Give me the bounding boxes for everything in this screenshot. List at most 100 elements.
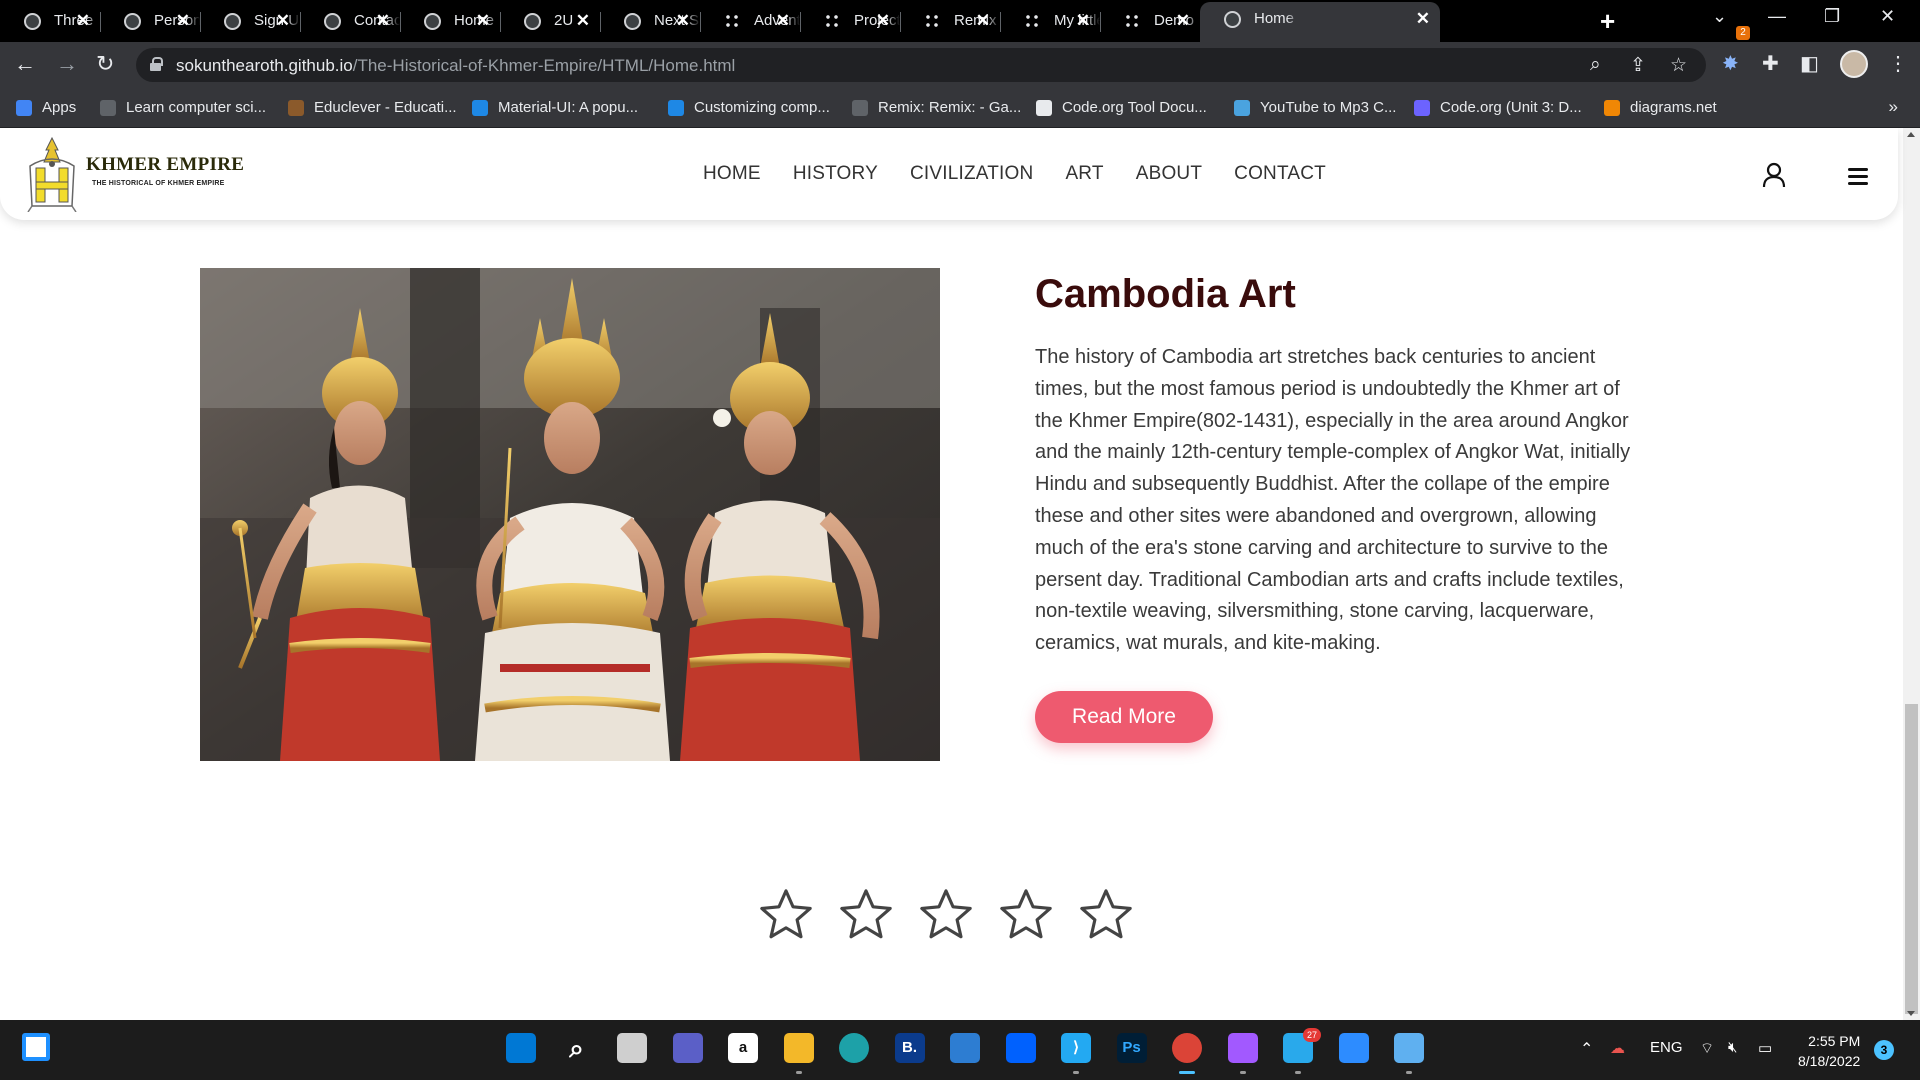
browser-tab[interactable]: 2U ✕ xyxy=(500,4,601,38)
vscode-icon[interactable]: ⟩ xyxy=(1061,1033,1091,1063)
url-text[interactable]: sokunthearoth.github.io/The-Historical-o… xyxy=(176,56,735,76)
browser-tab[interactable]: Personal✕ xyxy=(100,4,201,38)
forward-arrow-icon[interactable]: → xyxy=(56,51,78,77)
new-tab-button[interactable]: + xyxy=(1600,6,1615,37)
bookmark-item[interactable]: Material-UI: A popu... xyxy=(472,99,638,116)
bookmark-item[interactable]: YouTube to Mp3 C... xyxy=(1234,99,1396,116)
browser-tab[interactable]: Demo ✕ xyxy=(1100,4,1201,38)
close-tab-icon[interactable]: ✕ xyxy=(1076,11,1090,31)
close-tab-icon[interactable]: ✕ xyxy=(776,11,790,31)
browser-tab[interactable]: Adventure✕ xyxy=(700,4,801,38)
read-more-button[interactable]: Read More xyxy=(1035,691,1213,743)
star-icon[interactable] xyxy=(917,886,975,944)
bookmark-item[interactable]: Educlever - Educati... xyxy=(288,99,457,116)
onedrive-icon[interactable]: ☁ xyxy=(1610,1039,1625,1057)
volume-muted-icon[interactable]: 🔇︎ xyxy=(1728,1039,1737,1056)
nav-art[interactable]: ART xyxy=(1065,163,1103,185)
zoom-icon[interactable] xyxy=(1338,1033,1369,1063)
page-scrollbar[interactable] xyxy=(1903,128,1920,1020)
star-icon[interactable] xyxy=(757,886,815,944)
close-tab-icon[interactable]: ✕ xyxy=(1416,9,1430,29)
close-tab-icon[interactable]: ✕ xyxy=(476,11,490,31)
bookmark-item[interactable]: Learn computer sci... xyxy=(100,99,266,116)
chat-icon[interactable] xyxy=(672,1033,703,1063)
khmer-empire-logo-icon[interactable] xyxy=(22,136,82,212)
nav-home[interactable]: HOME xyxy=(703,163,761,185)
nav-about[interactable]: ABOUT xyxy=(1136,163,1202,185)
star-icon[interactable] xyxy=(1077,886,1135,944)
share-icon[interactable]: ⇪ xyxy=(1630,54,1646,77)
nav-civilization[interactable]: CIVILIZATION xyxy=(910,163,1033,185)
figma-icon[interactable] xyxy=(1227,1033,1258,1063)
nav-history[interactable]: HISTORY xyxy=(793,163,878,185)
scroll-up-arrow-icon[interactable] xyxy=(1907,132,1915,137)
nav-contact[interactable]: CONTACT xyxy=(1234,163,1326,185)
dropbox-icon[interactable] xyxy=(1005,1033,1036,1063)
extensions-puzzle-icon[interactable]: ✚ xyxy=(1762,51,1779,76)
wifi-icon[interactable]: ⌔ xyxy=(1700,1039,1714,1058)
windows-start-icon[interactable] xyxy=(506,1033,536,1063)
bookmark-item[interactable]: diagrams.net xyxy=(1604,99,1717,116)
close-tab-icon[interactable]: ✕ xyxy=(576,11,590,31)
store-icon[interactable] xyxy=(950,1033,980,1063)
close-tab-icon[interactable]: ✕ xyxy=(676,11,690,31)
edge-icon[interactable] xyxy=(839,1033,869,1063)
bookmark-item[interactable]: Code.org Tool Docu... xyxy=(1036,99,1207,116)
close-tab-icon[interactable]: ✕ xyxy=(276,11,290,31)
profile-avatar[interactable] xyxy=(1840,50,1868,78)
logo-title[interactable]: KHMER EMPIRE xyxy=(86,154,244,176)
browser-tab[interactable]: Three ✕ xyxy=(0,4,101,38)
tray-overflow-icon[interactable]: ⌃ xyxy=(1580,1039,1593,1059)
browser-tab[interactable]: My little ✕ xyxy=(1000,4,1101,38)
more-menu-icon[interactable]: ⋮ xyxy=(1888,51,1908,76)
close-tab-icon[interactable]: ✕ xyxy=(876,11,890,31)
file-explorer-icon[interactable] xyxy=(783,1033,814,1063)
widgets-icon[interactable] xyxy=(22,1033,50,1061)
bookmark-item[interactable]: Code.org (Unit 3: D... xyxy=(1414,99,1582,116)
side-panel-icon[interactable]: ◧ xyxy=(1800,51,1819,76)
browser-tab[interactable]: Sign Up✕ xyxy=(200,4,301,38)
bookmarks-overflow-button[interactable]: » xyxy=(1889,97,1898,117)
close-tab-icon[interactable]: ✕ xyxy=(176,11,190,31)
close-tab-icon[interactable]: ✕ xyxy=(976,11,990,31)
photoshop-icon[interactable]: Ps xyxy=(1116,1033,1147,1063)
minimize-button[interactable]: — xyxy=(1768,6,1786,27)
language-indicator[interactable]: ENG xyxy=(1650,1039,1683,1056)
browser-tab[interactable]: Home ✕ xyxy=(400,4,501,38)
bookmark-item[interactable]: Remix: Remix: - Ga... xyxy=(852,99,1021,116)
tab-search-icon[interactable]: ⌄ xyxy=(1712,6,1727,27)
bookmark-item[interactable]: Apps xyxy=(16,99,76,116)
battery-icon[interactable]: ▭ xyxy=(1758,1039,1772,1057)
restore-button[interactable]: ❐ xyxy=(1824,6,1840,27)
close-tab-icon[interactable]: ✕ xyxy=(376,11,390,31)
bookmark-item[interactable]: Customizing comp... xyxy=(668,99,830,116)
browser-tab[interactable]: Project ✕ xyxy=(800,4,901,38)
star-icon[interactable] xyxy=(837,886,895,944)
amazon-icon[interactable]: a xyxy=(728,1033,758,1063)
browser-tab[interactable]: Home ✕ xyxy=(1200,2,1440,42)
close-tab-icon[interactable]: ✕ xyxy=(1176,11,1190,31)
address-bar[interactable]: sokunthearoth.github.io/The-Historical-o… xyxy=(136,48,1706,82)
scrollbar-thumb[interactable] xyxy=(1905,704,1918,1014)
search-icon[interactable]: ⌕ xyxy=(561,1033,592,1063)
notepad-icon[interactable] xyxy=(1394,1033,1424,1063)
back-arrow-icon[interactable]: ← xyxy=(14,51,36,77)
zoom-icon[interactable]: ⌕ xyxy=(1590,54,1601,76)
extension-icon[interactable]: ✸ xyxy=(1722,51,1739,76)
hamburger-menu-icon[interactable] xyxy=(1848,168,1868,185)
browser-tab[interactable]: Next S ✕ xyxy=(600,4,701,38)
scroll-down-arrow-icon[interactable] xyxy=(1907,1011,1915,1016)
system-clock[interactable]: 2:55 PM 8/18/2022 xyxy=(1798,1031,1860,1071)
bookmark-star-icon[interactable]: ☆ xyxy=(1670,54,1687,77)
star-icon[interactable] xyxy=(997,886,1055,944)
close-window-button[interactable]: ✕ xyxy=(1880,6,1895,27)
notification-badge[interactable]: 3 xyxy=(1874,1040,1894,1060)
chrome-icon[interactable] xyxy=(1172,1033,1202,1063)
browser-tab[interactable]: Contact✕ xyxy=(300,4,401,38)
browser-tab[interactable]: Remix ✕ xyxy=(900,4,1001,38)
booking-icon[interactable]: B. xyxy=(894,1033,925,1063)
reload-icon[interactable]: ↻ xyxy=(96,51,114,77)
task-view-icon[interactable] xyxy=(617,1033,647,1063)
lock-icon[interactable] xyxy=(150,57,163,71)
user-icon[interactable] xyxy=(1762,162,1786,188)
